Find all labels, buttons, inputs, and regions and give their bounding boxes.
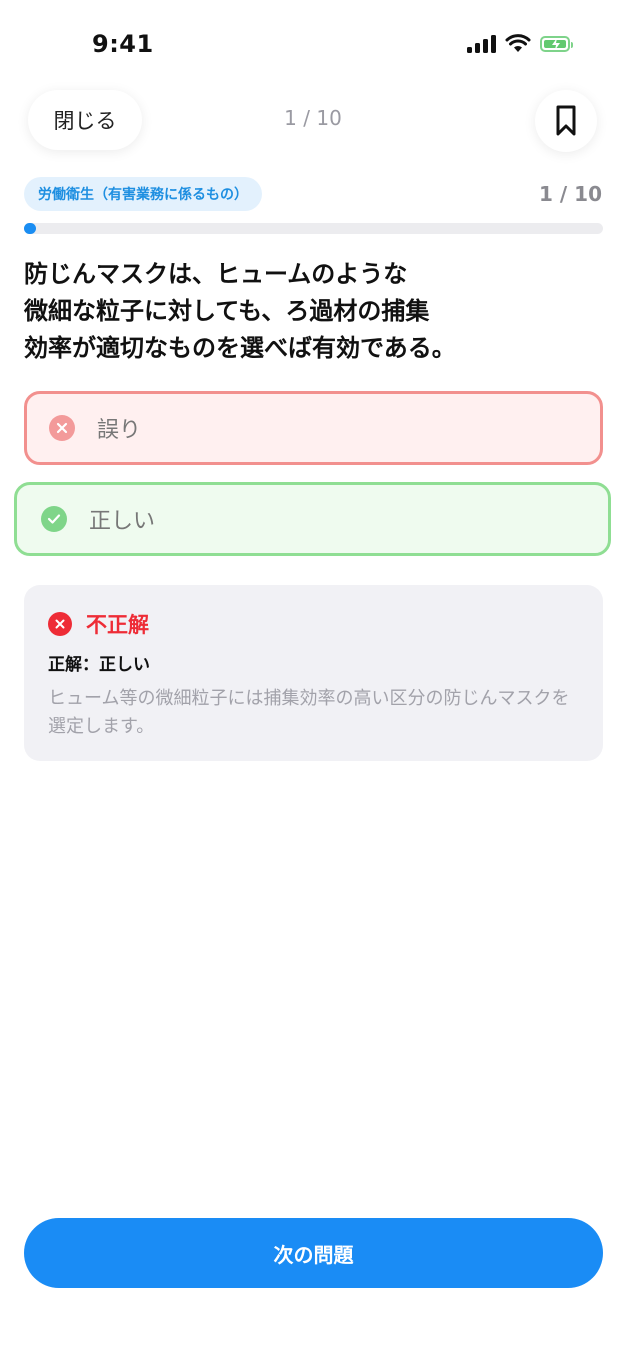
option-wrong[interactable]: 誤り (24, 391, 603, 465)
header-progress: 1 / 10 (284, 106, 342, 130)
x-circle-icon (48, 612, 72, 636)
status-bar: 9:41 (0, 0, 626, 90)
category-badge: 労働衛生（有害業務に係るもの） (24, 177, 262, 211)
progress-bar (24, 223, 603, 234)
battery-charging-icon (540, 35, 573, 52)
bookmark-button[interactable] (535, 90, 597, 152)
question-counter: 1 / 10 (539, 182, 602, 206)
option-label: 誤り (97, 418, 142, 443)
check-circle-icon (41, 506, 67, 532)
cellular-signal-icon (467, 34, 496, 53)
wifi-icon (505, 34, 531, 52)
next-question-button[interactable]: 次の問題 (24, 1218, 603, 1288)
feedback-explanation: ヒューム等の微細粒子には捕集効率の高い区分の防じんマスクを選定します。 (48, 688, 570, 737)
feedback-title: 不正解 (86, 613, 149, 637)
bookmark-icon (556, 105, 576, 136)
question-text: 防じんマスクは、ヒュームのような 微細な粒子に対しても、ろ過材の捕集 効率が適切… (24, 260, 456, 362)
feedback-card: 不正解 正解：正しい ヒューム等の微細粒子には捕集効率の高い区分の防じんマスクを… (24, 585, 603, 761)
status-time: 9:41 (92, 30, 154, 58)
option-correct[interactable]: 正しい (14, 482, 611, 556)
x-circle-icon (49, 415, 75, 441)
progress-fill (24, 223, 36, 234)
option-label: 正しい (89, 509, 156, 534)
status-icons (467, 34, 573, 53)
feedback-answer: 正解：正しい (48, 655, 150, 675)
